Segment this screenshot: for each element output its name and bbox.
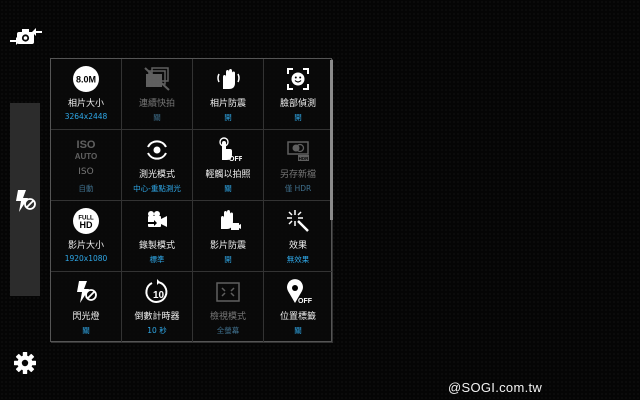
panel-scrollbar[interactable] <box>330 60 333 220</box>
setting-value: 自動 <box>78 184 94 193</box>
setting-value: 10 秒 <box>147 326 167 335</box>
svg-text:HDR: HDR <box>299 156 309 161</box>
setting-value: 無效果 <box>286 255 310 264</box>
location-tag-off-icon: OFF <box>284 278 313 306</box>
setting-tap-to-take[interactable]: OFF 輕觸以拍照 關 <box>193 130 264 201</box>
svg-text:OFF: OFF <box>229 156 242 163</box>
camera-settings-panel: 8.0M 相片大小 3264x2448 連續快拍 關 相片防震 開 臉部偵測 開… <box>50 58 333 343</box>
setting-value: 關 <box>153 113 161 122</box>
settings-grid: 8.0M 相片大小 3264x2448 連續快拍 關 相片防震 開 臉部偵測 開… <box>51 59 333 343</box>
setting-label: 影片大小 <box>67 241 104 251</box>
tap-to-take-off-icon: OFF <box>214 136 244 164</box>
setting-timer[interactable]: 10 倒數計時器 10 秒 <box>122 272 193 343</box>
svg-text:ISO: ISO <box>77 139 96 151</box>
setting-label: 另存新檔 <box>279 170 316 180</box>
setting-label: 影片防震 <box>209 241 246 251</box>
flash-off-icon <box>72 278 100 306</box>
setting-label: 輕觸以拍照 <box>205 170 251 180</box>
setting-face-detection[interactable]: 臉部偵測 開 <box>264 59 333 130</box>
setting-value: 開 <box>294 113 302 122</box>
setting-value: 開 <box>224 255 232 264</box>
setting-flash[interactable]: 閃光燈 關 <box>51 272 122 343</box>
setting-label: 檢視模式 <box>209 312 246 322</box>
switch-camera-icon[interactable] <box>9 25 43 49</box>
svg-text:10: 10 <box>153 290 165 301</box>
setting-video-size[interactable]: FULL HD 影片大小 1920x1080 <box>51 201 122 272</box>
svg-text:HD: HD <box>80 220 93 230</box>
setting-video-stabilization[interactable]: 影片防震 開 <box>193 201 264 272</box>
setting-value: 關 <box>294 326 302 335</box>
setting-value: 3264x2448 <box>64 112 108 121</box>
setting-metering-mode[interactable]: 測光模式 中心-重點測光 <box>122 130 193 201</box>
timer-10-icon: 10 <box>143 278 171 306</box>
setting-label: 連續快拍 <box>138 99 175 109</box>
setting-label: 相片防震 <box>209 99 246 109</box>
setting-location-tag[interactable]: OFF 位置標籤 關 <box>264 272 333 343</box>
setting-iso[interactable]: ISO AUTO ISO 自動 <box>51 130 122 201</box>
setting-label: ISO <box>78 167 94 177</box>
svg-text:AUTO: AUTO <box>75 152 98 161</box>
setting-label: 測光模式 <box>138 170 175 180</box>
burst-shot-icon <box>143 65 171 93</box>
setting-label: 相片大小 <box>67 99 104 109</box>
metering-icon <box>143 136 171 164</box>
setting-label: 倒數計時器 <box>134 312 180 322</box>
photo-size-icon: 8.0M <box>72 65 100 93</box>
anti-shake-hand-icon <box>214 65 242 93</box>
setting-value: 標準 <box>149 255 165 264</box>
setting-save-as[interactable]: HDR 另存新檔 僅 HDR <box>264 130 333 201</box>
photo-size-badge: 8.0M <box>76 75 96 85</box>
setting-label: 錄製模式 <box>138 241 175 251</box>
svg-text:OFF: OFF <box>298 298 312 305</box>
setting-value: 1920x1080 <box>64 254 108 263</box>
setting-value: 全螢幕 <box>216 326 240 335</box>
setting-view-mode[interactable]: 檢視模式 全螢幕 <box>193 272 264 343</box>
video-size-icon: FULL HD <box>72 207 100 235</box>
effects-wand-icon <box>284 207 312 235</box>
gear-icon[interactable] <box>13 351 37 375</box>
setting-value: 中心-重點測光 <box>133 184 181 193</box>
save-hdr-icon: HDR <box>284 136 312 164</box>
video-stabilization-icon <box>214 207 242 235</box>
view-mode-icon <box>214 278 242 306</box>
setting-photo-size[interactable]: 8.0M 相片大小 3264x2448 <box>51 59 122 130</box>
setting-effects[interactable]: 效果 無效果 <box>264 201 333 272</box>
setting-value: 關 <box>224 184 232 193</box>
recording-mode-icon <box>143 207 171 235</box>
watermark: @SOGI.com.tw <box>448 380 543 395</box>
setting-value: 僅 HDR <box>284 184 312 193</box>
setting-label: 位置標籤 <box>279 312 316 322</box>
setting-recording-mode[interactable]: 錄製模式 標準 <box>122 201 193 272</box>
setting-burst-shot[interactable]: 連續快拍 關 <box>122 59 193 130</box>
setting-label: 效果 <box>288 241 307 251</box>
iso-auto-icon: ISO AUTO <box>72 136 100 164</box>
setting-value: 關 <box>82 326 90 335</box>
face-detection-icon <box>284 65 312 93</box>
setting-label: 臉部偵測 <box>279 99 316 109</box>
setting-label: 閃光燈 <box>72 312 100 322</box>
flash-off-icon[interactable] <box>12 188 38 214</box>
setting-value: 開 <box>224 113 232 122</box>
setting-photo-anti-shake[interactable]: 相片防震 開 <box>193 59 264 130</box>
